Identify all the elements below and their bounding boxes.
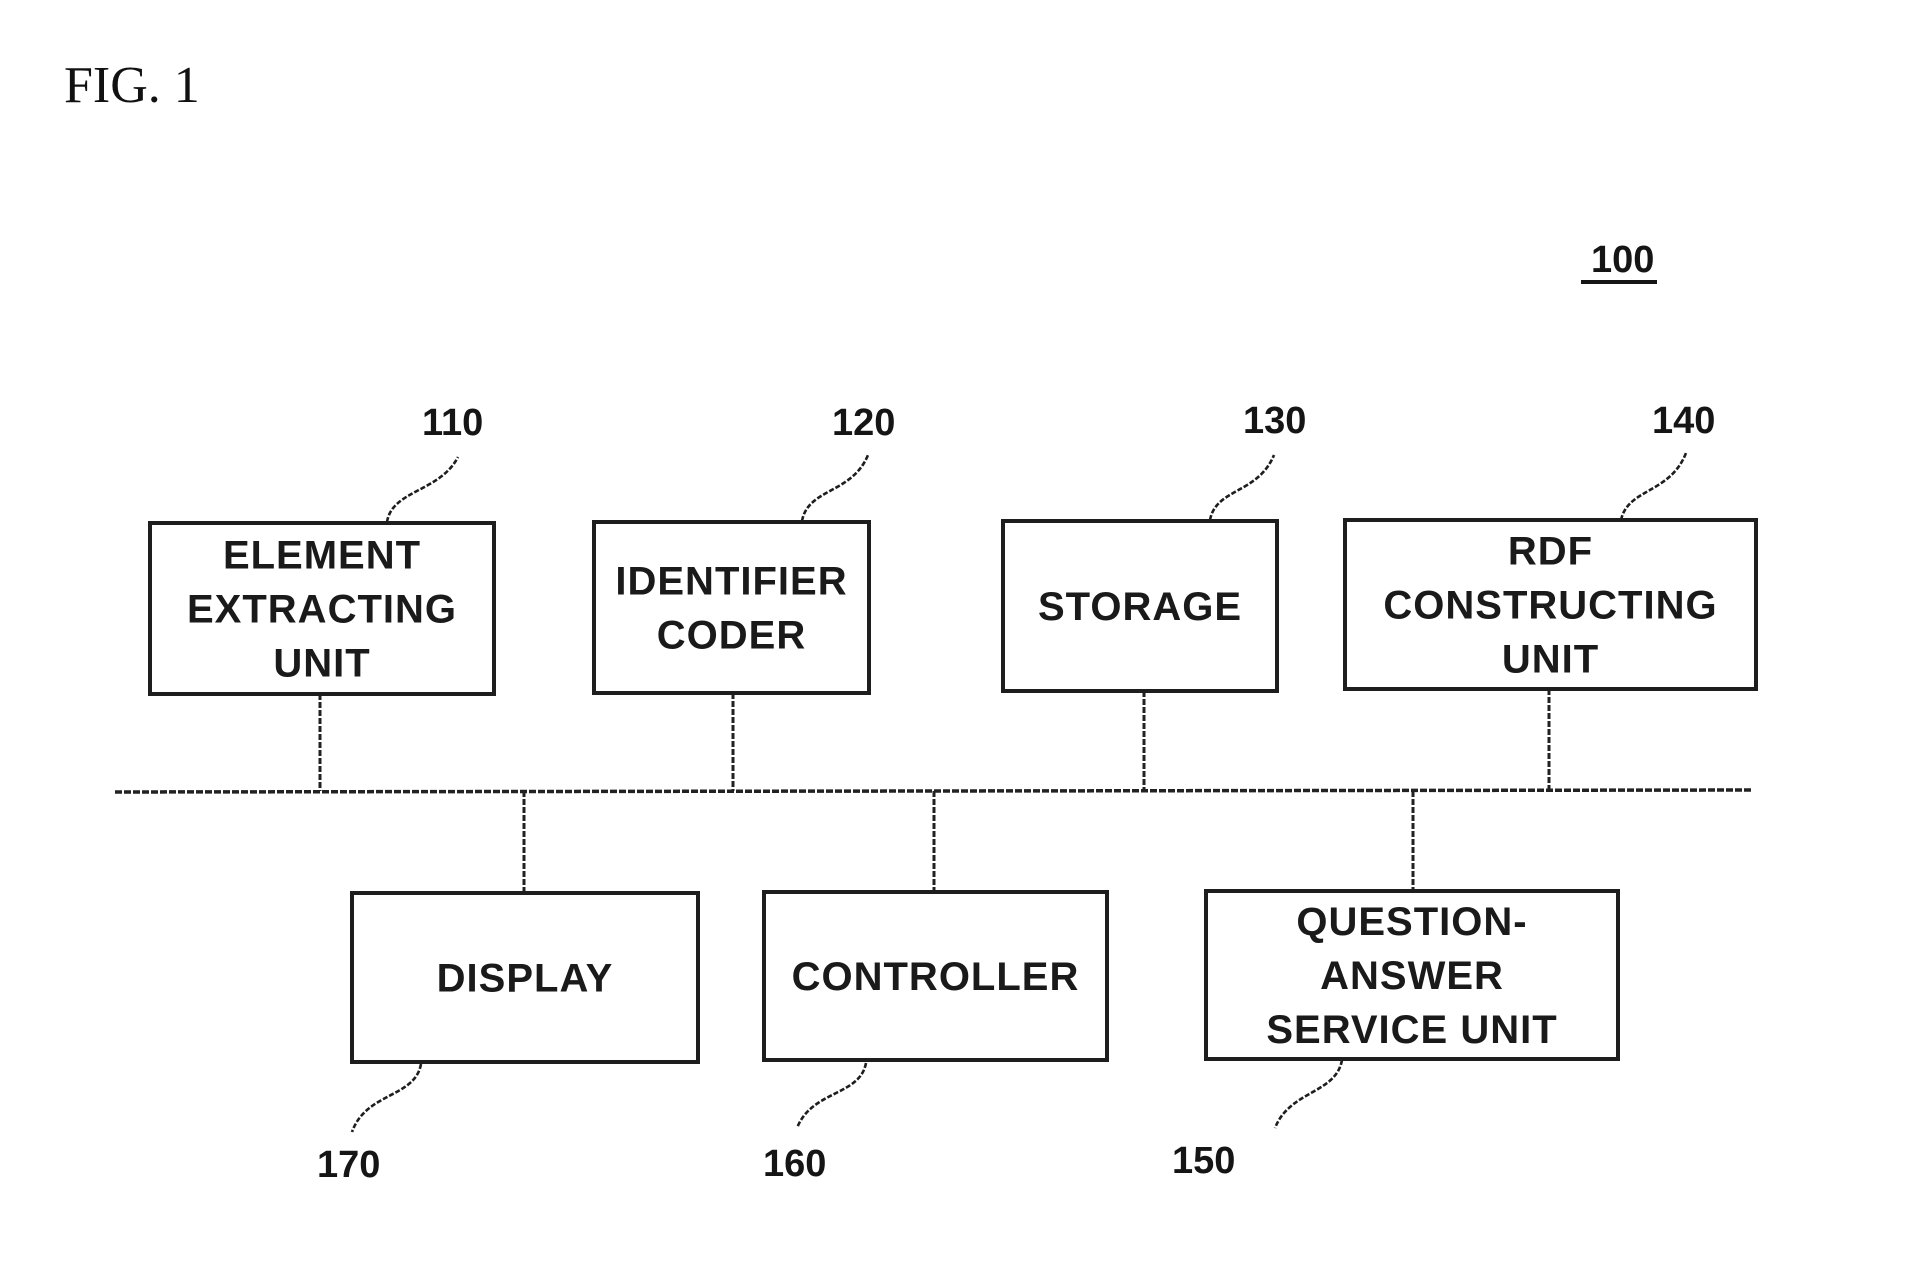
block-label-line: CODER — [657, 614, 806, 658]
reference-numeral-170: 170 — [317, 1144, 380, 1186]
block-label-line: STORAGE — [1038, 585, 1242, 629]
block-question-answer-service-unit: QUESTION- ANSWER SERVICE UNIT 150 — [1172, 791, 1620, 1182]
leader-line-170 — [350, 1063, 423, 1133]
reference-numeral-140: 140 — [1652, 400, 1715, 442]
block-rdf-constructing-unit: RDF CONSTRUCTING UNIT 140 — [1343, 400, 1758, 791]
block-label-line: SERVICE UNIT — [1266, 1008, 1557, 1052]
block-identifier-coder: IDENTIFIER CODER 120 — [592, 402, 895, 791]
block-box-identifier-coder — [592, 520, 871, 695]
block-label-line: DISPLAY — [437, 957, 614, 1001]
figure-title: FIG. 1 — [64, 57, 200, 114]
system-ref-number: 100 — [1591, 239, 1654, 281]
block-label-line: EXTRACTING — [187, 588, 457, 632]
block-label-line: UNIT — [1502, 638, 1599, 682]
leader-line-160 — [795, 1062, 868, 1129]
block-label-line: IDENTIFIER — [615, 560, 847, 604]
block-label-line: CONSTRUCTING — [1383, 584, 1717, 628]
block-label-line: QUESTION- — [1296, 900, 1527, 944]
reference-numeral-120: 120 — [832, 402, 895, 444]
block-label-line: ELEMENT — [223, 534, 421, 578]
leader-line-110 — [385, 456, 460, 523]
block-display: DISPLAY 170 — [317, 791, 700, 1186]
leader-line-150 — [1273, 1059, 1344, 1129]
reference-numeral-110: 110 — [422, 402, 483, 444]
leader-line-120 — [800, 454, 870, 522]
block-label-line: ANSWER — [1320, 954, 1504, 998]
block-diagram: FIG. 1 100 ELEMENT EXTRACTING UNIT 110 IDENT… — [64, 57, 1758, 1186]
block-storage: STORAGE 130 — [1001, 400, 1306, 791]
reference-numeral-130: 130 — [1243, 400, 1306, 442]
leader-line-140 — [1619, 452, 1688, 521]
block-controller: CONTROLLER 160 — [762, 791, 1109, 1185]
leader-line-130 — [1208, 454, 1276, 521]
system-reference: 100 — [1581, 239, 1657, 284]
reference-numeral-150: 150 — [1172, 1140, 1235, 1182]
block-label-line: RDF — [1508, 530, 1593, 574]
reference-numeral-160: 160 — [763, 1143, 826, 1185]
block-label-line: CONTROLLER — [792, 955, 1080, 999]
block-label-line: UNIT — [273, 642, 370, 686]
block-element-extracting-unit: ELEMENT EXTRACTING UNIT 110 — [148, 402, 496, 791]
